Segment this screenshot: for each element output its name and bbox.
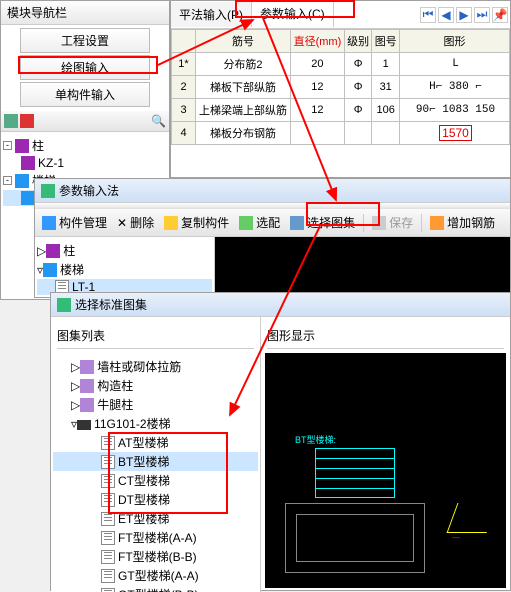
- tree-item[interactable]: ▷墙柱或砌体拉筋: [53, 357, 258, 376]
- single-component-input-button[interactable]: 单构件输入: [20, 82, 150, 107]
- book-icon: [77, 420, 91, 430]
- category-icon: [80, 398, 94, 412]
- copy-component-button[interactable]: 复制构件: [160, 212, 233, 233]
- collapse-icon[interactable]: -: [3, 141, 12, 150]
- tree-item[interactable]: ET型楼梯: [53, 509, 258, 528]
- col-diagram: 图形: [400, 30, 510, 53]
- search-icon[interactable]: 🔍: [151, 114, 166, 128]
- nav-first-icon[interactable]: ⏮: [420, 7, 436, 23]
- select-match-button[interactable]: 选配: [235, 212, 284, 233]
- param-toolbar: 构件管理 ✕删除 复制构件 选配 选择图集 保存 增加钢筋: [35, 209, 510, 237]
- tab-param-input[interactable]: 参数输入(C): [252, 1, 334, 28]
- expand-icon[interactable]: ▷: [71, 398, 80, 412]
- tree-item[interactable]: CT型楼梯: [53, 471, 258, 490]
- category-icon: [80, 360, 94, 374]
- collapse-icon[interactable]: -: [3, 176, 12, 185]
- draw-input-button[interactable]: 绘图输入: [20, 55, 150, 80]
- param-window-icon: [41, 184, 55, 198]
- tree-item[interactable]: FT型楼梯(B-B): [53, 547, 258, 566]
- nav-last-icon[interactable]: ⏭: [474, 7, 490, 23]
- category-icon: [80, 379, 94, 393]
- doc-icon: [101, 455, 115, 469]
- col-name: 筋号: [196, 30, 291, 53]
- save-button[interactable]: 保存: [368, 212, 417, 233]
- rebar-grid[interactable]: 筋号 直径(mm) 级别 图号 图形 1*分布筋220Φ1L 2梯板下部纵筋12…: [171, 29, 510, 145]
- match-icon: [239, 216, 253, 230]
- doc-icon: [101, 512, 115, 526]
- nav-pin-icon[interactable]: 📌: [492, 7, 508, 23]
- copy-icon: [164, 216, 178, 230]
- tree-item[interactable]: DT型楼梯: [53, 490, 258, 509]
- nav-next-icon[interactable]: ▶: [456, 7, 472, 23]
- grid-row[interactable]: 4梯板分布钢筋1570: [172, 122, 510, 145]
- doc-icon: [101, 531, 115, 545]
- expand-icon[interactable]: ▷: [37, 244, 46, 258]
- add-icon: [430, 216, 444, 230]
- project-settings-button[interactable]: 工程设置: [20, 28, 150, 53]
- stair-icon: [15, 174, 29, 188]
- atlas-window-title: 选择标准图集: [75, 296, 147, 313]
- tree-item-bt[interactable]: BT型楼梯: [53, 452, 258, 471]
- tree-node-kz1[interactable]: KZ-1: [38, 156, 64, 170]
- doc-icon: [101, 493, 115, 507]
- doc-icon: [101, 588, 115, 592]
- param-tree[interactable]: ▷柱 ▿楼梯 LT-1 构件类型: [35, 237, 215, 297]
- expand-icon[interactable]: ▷: [71, 360, 80, 374]
- atlas-preview-header: 图形显示: [261, 317, 510, 348]
- column-icon: [46, 244, 60, 258]
- tab-flat-input[interactable]: 平法输入(P): [171, 2, 252, 27]
- grid-row[interactable]: 3上梯梁端上部纵筋12Φ10690⌐ 1083 150: [172, 99, 510, 122]
- delete-button[interactable]: ✕删除: [113, 212, 158, 233]
- delete-icon: ✕: [117, 216, 127, 230]
- col-grade: 级别: [344, 30, 372, 53]
- stair-icon: [21, 191, 35, 205]
- tree-item[interactable]: ▷构造柱: [53, 376, 258, 395]
- nav-prev-icon[interactable]: ◀: [438, 7, 454, 23]
- save-icon: [372, 216, 386, 230]
- component-manage-button[interactable]: 构件管理: [38, 212, 111, 233]
- select-atlas-button[interactable]: 选择图集: [286, 212, 359, 233]
- expand-icon[interactable]: ▷: [71, 379, 80, 393]
- atlas-icon: [290, 216, 304, 230]
- tree-delete-icon[interactable]: [20, 114, 34, 128]
- tree-item[interactable]: GT型楼梯(A-A): [53, 566, 258, 585]
- grid-row[interactable]: 1*分布筋220Φ1L: [172, 53, 510, 76]
- grid-nav[interactable]: ⏮ ◀ ▶ ⏭ 📌: [418, 5, 510, 25]
- doc-icon: [101, 550, 115, 564]
- atlas-tree[interactable]: ▷墙柱或砌体拉筋 ▷构造柱 ▷牛腿柱 ▿11G101-2楼梯 AT型楼梯 BT型…: [51, 353, 260, 592]
- tree-item[interactable]: FT型楼梯(A-A): [53, 528, 258, 547]
- left-panel-title: 模块导航栏: [1, 1, 169, 25]
- col-figno: 图号: [372, 30, 400, 53]
- column-icon: [15, 139, 29, 153]
- doc-icon: [101, 474, 115, 488]
- stair-icon: [43, 263, 57, 277]
- tree-group[interactable]: ▿11G101-2楼梯: [53, 414, 258, 433]
- add-rebar-button[interactable]: 增加钢筋: [426, 212, 499, 233]
- tree-item[interactable]: ▷牛腿柱: [53, 395, 258, 414]
- atlas-preview[interactable]: BT型楼梯: —: [265, 353, 506, 588]
- param-window-title: 参数输入法: [59, 182, 119, 199]
- doc-icon: [101, 569, 115, 583]
- column-icon: [21, 156, 35, 170]
- tree-node-column[interactable]: 柱: [32, 137, 44, 154]
- atlas-list-header: 图集列表: [51, 317, 260, 348]
- tree-item[interactable]: AT型楼梯: [53, 433, 258, 452]
- doc-icon: [101, 436, 115, 450]
- col-diameter: 直径(mm): [291, 30, 345, 53]
- grid-row[interactable]: 2梯板下部纵筋12Φ31H⌐ 380 ⌐: [172, 76, 510, 99]
- preview-label: BT型楼梯:: [295, 433, 336, 446]
- atlas-window-icon: [57, 298, 71, 312]
- tree-tool-icon[interactable]: [4, 114, 18, 128]
- list-icon: [42, 216, 56, 230]
